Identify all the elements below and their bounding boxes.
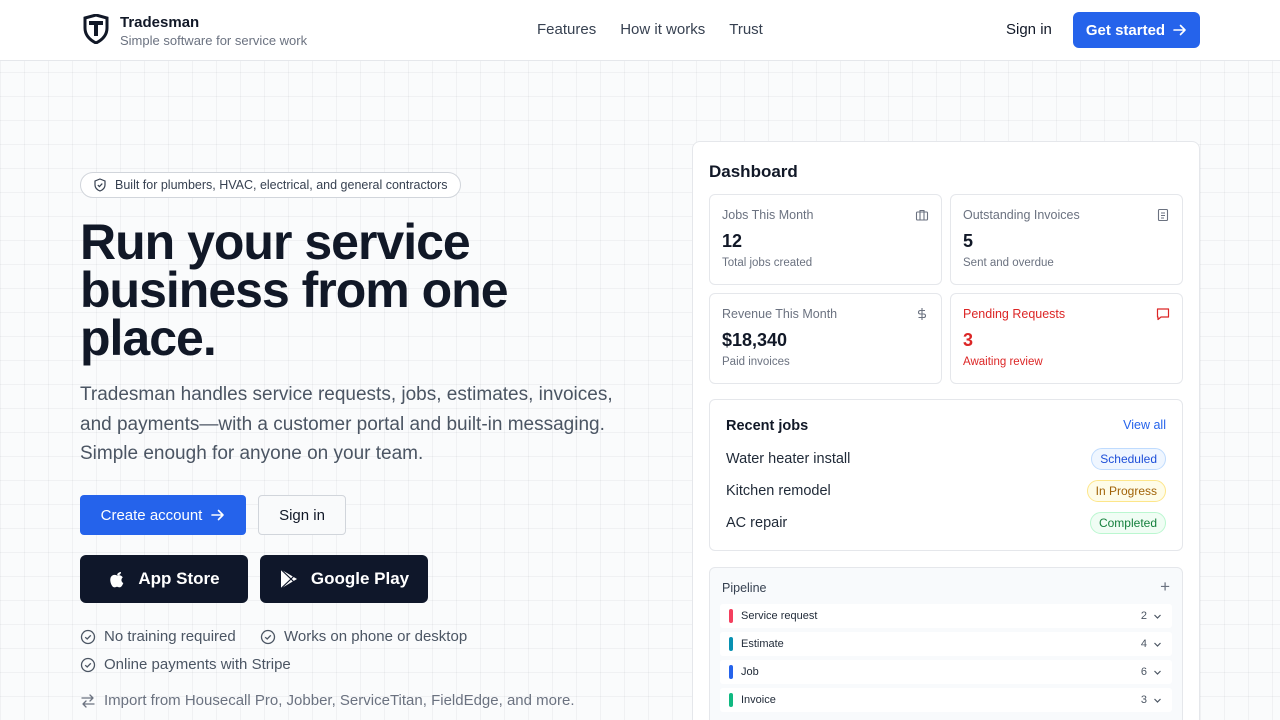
chevron-down-icon bbox=[1154, 642, 1161, 647]
pipeline-stage[interactable]: Service request 2 bbox=[720, 604, 1172, 628]
status-badge: In Progress bbox=[1086, 480, 1166, 502]
stage-name: Service request bbox=[741, 610, 818, 622]
get-started-button[interactable]: Get started bbox=[1073, 12, 1200, 48]
job-name: Water heater install bbox=[726, 451, 851, 467]
pipeline-card: Pipeline + Service request 2 Estimate 4 … bbox=[709, 567, 1183, 720]
stage-count: 3 bbox=[1140, 694, 1147, 706]
stat-value: $18,340 bbox=[722, 330, 788, 350]
shield-logo-icon bbox=[83, 14, 109, 44]
shield-check-icon bbox=[94, 178, 106, 192]
stat-label: Pending Requests bbox=[963, 307, 1066, 321]
check-circle-icon bbox=[80, 629, 96, 644]
import-note-text: Import from Housecall Pro, Jobber, Servi… bbox=[104, 692, 575, 709]
app-store-label: App Store bbox=[138, 569, 220, 588]
hero-sign-in-button[interactable]: Sign in bbox=[258, 495, 346, 535]
check-circle-icon bbox=[260, 629, 276, 644]
brand[interactable]: Tradesman Simple software for service wo… bbox=[82, 14, 307, 49]
stat-note: Awaiting review bbox=[963, 356, 1043, 368]
header-sign-in-link[interactable]: Sign in bbox=[1006, 21, 1052, 38]
status-badge: Scheduled bbox=[1091, 448, 1166, 470]
add-stage-button[interactable]: + bbox=[1160, 577, 1170, 597]
stage-color-bar bbox=[729, 693, 733, 707]
arrow-right-icon bbox=[1173, 24, 1186, 36]
top-navigation-bar: Tradesman Simple software for service wo… bbox=[0, 0, 1280, 61]
nav-link-trust[interactable]: Trust bbox=[729, 21, 763, 38]
stage-name: Job bbox=[741, 666, 759, 678]
pipeline-stage[interactable]: Estimate 4 bbox=[720, 632, 1172, 656]
stage-color-bar bbox=[729, 609, 733, 623]
app-store-button[interactable]: App Store bbox=[80, 555, 248, 603]
job-name: Kitchen remodel bbox=[726, 483, 831, 499]
brand-tagline: Simple software for service work bbox=[120, 33, 308, 48]
nav-link-how-it-works[interactable]: How it works bbox=[620, 21, 705, 38]
stage-name: Invoice bbox=[741, 694, 776, 706]
pipeline-title: Pipeline bbox=[722, 581, 767, 595]
arrow-right-icon bbox=[211, 509, 225, 521]
import-note: Import from Housecall Pro, Jobber, Servi… bbox=[80, 692, 575, 709]
view-all-link[interactable]: View all bbox=[1123, 418, 1166, 432]
audience-badge: Built for plumbers, HVAC, electrical, an… bbox=[80, 172, 461, 198]
stage-color-bar bbox=[729, 637, 733, 651]
stat-value: 12 bbox=[722, 231, 743, 251]
stage-count: 2 bbox=[1140, 610, 1147, 622]
stat-value: 3 bbox=[963, 330, 974, 350]
stat-label: Jobs This Month bbox=[722, 208, 814, 222]
check-circle-icon bbox=[80, 657, 96, 672]
nav-link-features[interactable]: Features bbox=[537, 21, 596, 38]
dashboard-preview: Dashboard Jobs This Month 12 Total jobs … bbox=[692, 141, 1200, 720]
stage-name: Estimate bbox=[741, 638, 784, 650]
get-started-label: Get started bbox=[1085, 21, 1166, 39]
google-play-button[interactable]: Google Play bbox=[260, 555, 428, 603]
hero-title: Run your service business from one place… bbox=[80, 214, 509, 366]
chevron-down-icon bbox=[1154, 614, 1161, 619]
pipeline-stage[interactable]: Job 6 bbox=[720, 660, 1172, 684]
message-icon bbox=[1156, 308, 1170, 321]
feature-check-text: No training required bbox=[104, 628, 236, 645]
swap-arrows-icon bbox=[81, 693, 95, 708]
recent-jobs-title: Recent jobs bbox=[726, 418, 809, 434]
job-row[interactable]: AC repair Completed bbox=[726, 511, 1166, 535]
job-row[interactable]: Water heater install Scheduled bbox=[726, 447, 1166, 471]
chevron-down-icon bbox=[1154, 670, 1161, 675]
pipeline-stage[interactable]: Invoice 3 bbox=[720, 688, 1172, 712]
briefcase-icon bbox=[915, 209, 929, 221]
feature-check-item: Works on phone or desktop bbox=[260, 628, 467, 645]
dollar-icon bbox=[917, 308, 927, 320]
create-account-label: Create account bbox=[100, 506, 203, 524]
apple-icon bbox=[110, 572, 124, 588]
stat-note: Paid invoices bbox=[722, 356, 790, 368]
stat-card-invoices[interactable]: Outstanding Invoices 5 Sent and overdue bbox=[950, 194, 1183, 285]
job-row[interactable]: Kitchen remodel In Progress bbox=[726, 479, 1166, 503]
stat-card-jobs[interactable]: Jobs This Month 12 Total jobs created bbox=[709, 194, 942, 285]
brand-name: Tradesman bbox=[120, 14, 200, 31]
stat-card-revenue[interactable]: Revenue This Month $18,340 Paid invoices bbox=[709, 293, 942, 384]
feature-check-text: Online payments with Stripe bbox=[104, 656, 291, 673]
job-name: AC repair bbox=[726, 515, 788, 531]
stage-count: 6 bbox=[1140, 666, 1147, 678]
status-badge: Completed bbox=[1089, 512, 1166, 534]
google-play-icon bbox=[280, 569, 297, 589]
stat-note: Total jobs created bbox=[722, 257, 813, 269]
stat-label: Revenue This Month bbox=[722, 307, 838, 321]
main-nav: Features How it works Trust bbox=[537, 21, 763, 38]
receipt-icon bbox=[1157, 208, 1169, 222]
stat-label: Outstanding Invoices bbox=[963, 208, 1080, 222]
recent-jobs-card: Recent jobs View all Water heater instal… bbox=[709, 399, 1183, 551]
stat-value: 5 bbox=[963, 231, 974, 251]
google-play-label: Google Play bbox=[310, 569, 410, 588]
stat-note: Sent and overdue bbox=[963, 257, 1054, 269]
stage-count: 4 bbox=[1140, 638, 1147, 650]
hero-subtitle: Tradesman handles service requests, jobs… bbox=[80, 384, 613, 464]
audience-badge-text: Built for plumbers, HVAC, electrical, an… bbox=[115, 178, 448, 192]
dashboard-title: Dashboard bbox=[709, 162, 798, 181]
feature-check-text: Works on phone or desktop bbox=[284, 628, 468, 645]
feature-check-item: Online payments with Stripe bbox=[80, 656, 291, 673]
stat-card-pending-requests[interactable]: Pending Requests 3 Awaiting review bbox=[950, 293, 1183, 384]
stage-color-bar bbox=[729, 665, 733, 679]
chevron-down-icon bbox=[1154, 698, 1161, 703]
feature-check-item: No training required bbox=[80, 628, 236, 645]
create-account-button[interactable]: Create account bbox=[80, 495, 246, 535]
